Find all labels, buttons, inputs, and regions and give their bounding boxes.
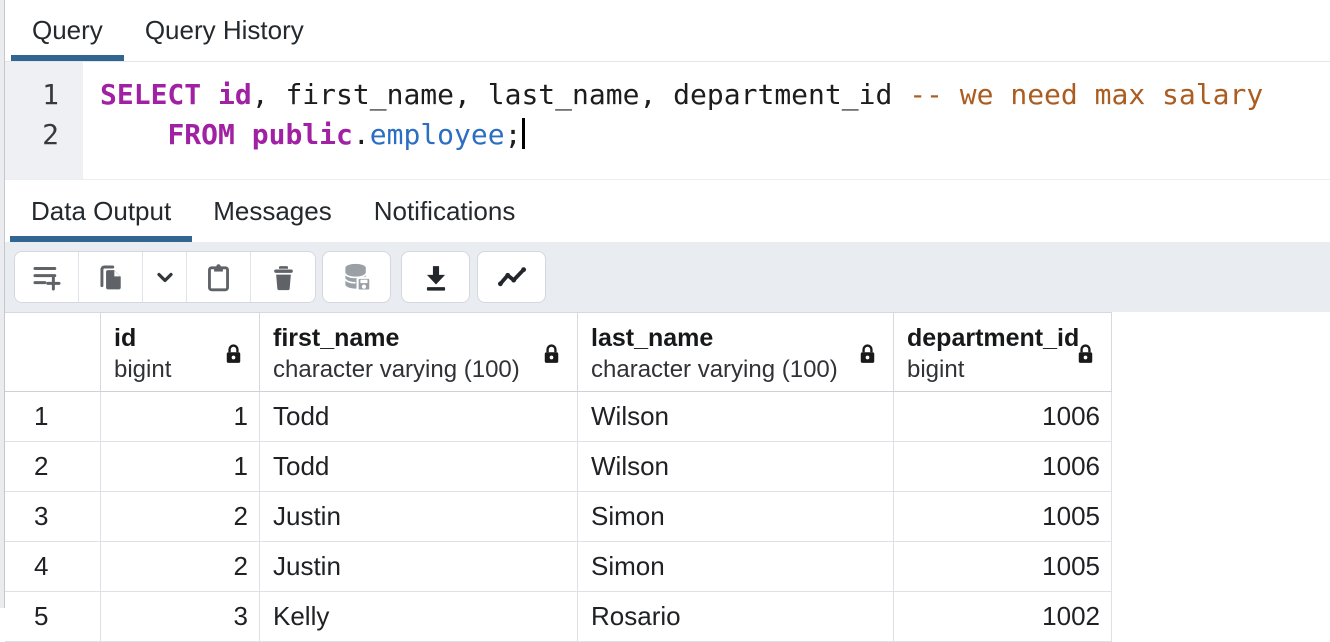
cell-first-name[interactable]: Todd [260,442,578,491]
line-number: 2 [5,115,59,155]
tab-query-history[interactable]: Query History [124,0,325,61]
lock-icon [223,341,244,367]
lock-icon [541,341,562,367]
row-number-cell[interactable]: 2 [5,442,101,491]
table-row: 53KellyRosario1002 [5,592,1112,642]
cell-department-id[interactable]: 1005 [894,542,1112,591]
download-icon [420,261,452,293]
results-tabbar: Data OutputMessagesNotifications [5,179,1330,242]
cell-last-name[interactable]: Rosario [578,592,894,641]
cell-department-id[interactable]: 1005 [894,492,1112,541]
column-lock [541,341,562,372]
cell-first-name[interactable]: Justin [260,492,578,541]
cell-last-name[interactable]: Wilson [578,392,894,441]
column-lock [857,341,878,372]
grid-header-row: idbigintfirst_namecharacter varying (100… [5,312,1112,392]
results-toolbar [5,242,1330,312]
code-token [100,118,167,151]
edit-button-group [14,251,316,303]
column-lock [223,341,244,372]
code-token: ; [505,118,522,151]
grid-body: 11ToddWilson100621ToddWilson100632Justin… [5,392,1112,642]
code-line: SELECT id, first_name, last_name, depart… [100,75,1330,115]
cell-last-name[interactable]: Simon [578,542,894,591]
row-number-cell[interactable]: 3 [5,492,101,541]
code-token: id [218,78,252,111]
sql-editor[interactable]: 12 SELECT id, first_name, last_name, dep… [5,62,1330,179]
cell-department-id[interactable]: 1002 [894,592,1112,641]
code-token [235,118,252,151]
cell-first-name[interactable]: Justin [260,542,578,591]
column-header-last-name[interactable]: last_namecharacter varying (100) [578,313,894,391]
graph-icon [495,260,529,294]
paste-icon [203,262,234,293]
code-token: public [252,118,353,151]
code-token: SELECT [100,78,201,111]
copy-icon [95,261,127,293]
editor-tabbar: QueryQuery History [5,0,1330,62]
column-lock [1075,341,1096,372]
cell-id[interactable]: 2 [101,542,260,591]
lock-icon [857,341,878,367]
add-row-button[interactable] [15,252,79,302]
delete-icon [268,262,299,293]
delete-button[interactable] [251,252,315,302]
column-name: department_id [907,323,1099,354]
code-line: FROM public.employee; [100,115,1330,155]
download-button[interactable] [401,251,470,303]
cell-department-id[interactable]: 1006 [894,442,1112,491]
cell-id[interactable]: 1 [101,442,260,491]
code-token: employee [370,118,505,151]
copy-options-button[interactable] [143,252,187,302]
copy-button[interactable] [79,252,143,302]
table-row: 21ToddWilson1006 [5,442,1112,492]
lock-icon [1075,341,1096,367]
text-cursor [522,118,525,149]
tab-notifications[interactable]: Notifications [353,180,537,242]
cell-department-id[interactable]: 1006 [894,392,1112,441]
tab-data-output[interactable]: Data Output [10,180,192,242]
code-token: FROM [167,118,234,151]
column-type: character varying (100) [591,354,881,385]
cell-id[interactable]: 2 [101,492,260,541]
column-name: first_name [273,323,565,354]
code-token: -- we need max salary [909,78,1263,111]
graph-visualiser-button[interactable] [477,251,546,303]
table-row: 32JustinSimon1005 [5,492,1112,542]
row-number-cell[interactable]: 5 [5,592,101,641]
cell-last-name[interactable]: Simon [578,492,894,541]
chevron-down-icon [150,262,180,292]
code-area[interactable]: SELECT id, first_name, last_name, depart… [83,62,1330,179]
row-number-cell[interactable]: 4 [5,542,101,591]
cell-first-name[interactable]: Todd [260,392,578,441]
column-header-id[interactable]: idbigint [101,313,260,391]
table-row: 42JustinSimon1005 [5,542,1112,592]
save-data-changes-button[interactable] [322,251,391,303]
data-output-grid: idbigintfirst_namecharacter varying (100… [5,312,1112,642]
line-number: 1 [5,75,59,115]
column-header-first-name[interactable]: first_namecharacter varying (100) [260,313,578,391]
cell-last-name[interactable]: Wilson [578,442,894,491]
code-token: . [353,118,370,151]
code-token: , first_name, last_name, department_id [252,78,909,111]
query-tool-window: QueryQuery History 12 SELECT id, first_n… [0,0,1330,608]
paste-button[interactable] [187,252,251,302]
column-type: bigint [907,354,1099,385]
column-header-department-id[interactable]: department_idbigint [894,313,1112,391]
row-number-header[interactable] [5,313,101,391]
tab-query[interactable]: Query [11,0,124,61]
line-number-gutter: 12 [5,62,83,179]
table-row: 11ToddWilson1006 [5,392,1112,442]
cell-id[interactable]: 1 [101,392,260,441]
cell-first-name[interactable]: Kelly [260,592,578,641]
tab-messages[interactable]: Messages [192,180,353,242]
add-row-icon [30,260,64,294]
cell-id[interactable]: 3 [101,592,260,641]
code-token [201,78,218,111]
column-name: last_name [591,323,881,354]
column-type: character varying (100) [273,354,565,385]
save-data-icon [340,260,374,294]
row-number-cell[interactable]: 1 [5,392,101,441]
